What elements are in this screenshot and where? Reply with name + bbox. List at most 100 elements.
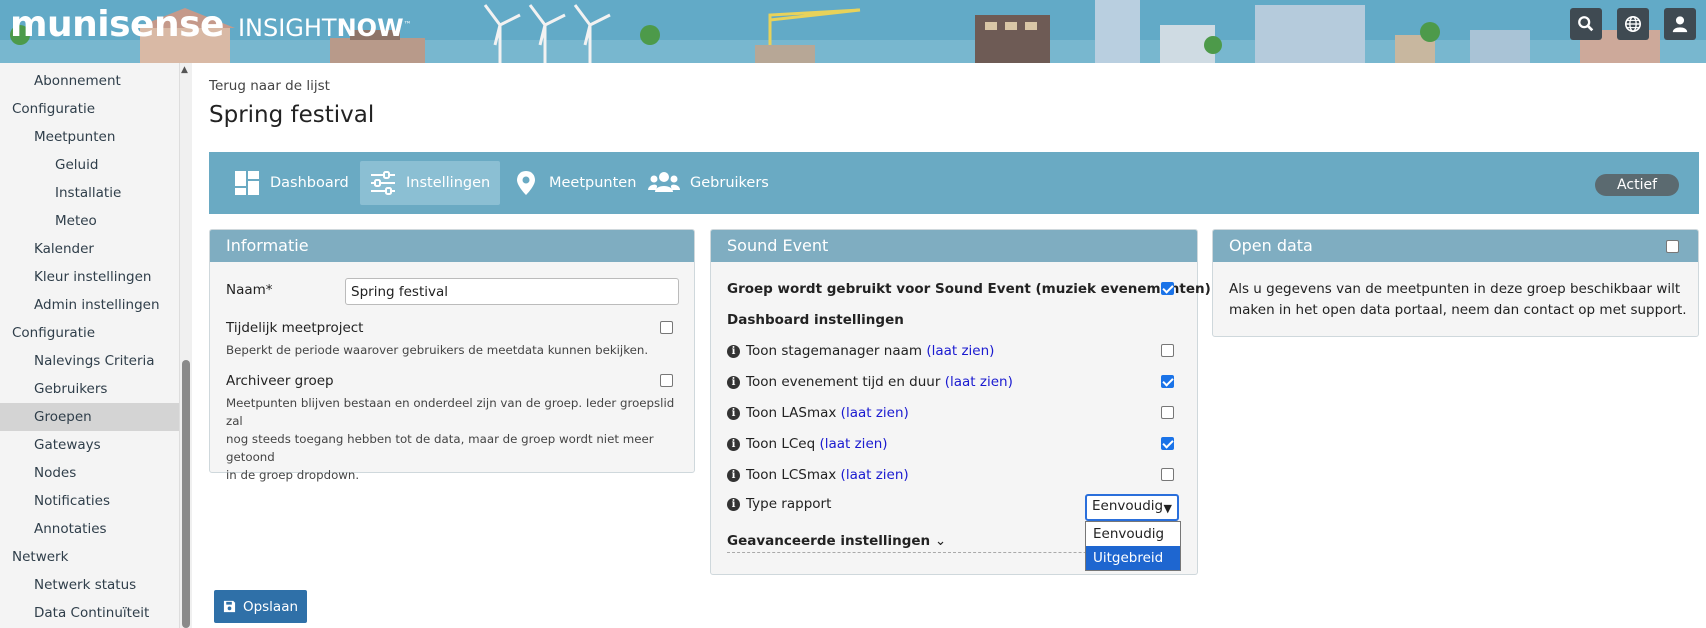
report-option-uitgebreid[interactable]: Uitgebreid [1086, 546, 1180, 570]
archive-description: Meetpunten blijven bestaan en onderdeel … [226, 394, 694, 484]
info-icon: i [727, 469, 740, 482]
chevron-down-icon: ▼ [1163, 502, 1172, 515]
sidebar-item-kleur-instellingen[interactable]: Kleur instellingen [0, 263, 179, 291]
show-preview-link[interactable]: (laat zien) [926, 343, 994, 359]
archive-description-line: nog steeds toegang hebben tot de data, m… [226, 432, 654, 464]
open-data-checkbox[interactable] [1666, 240, 1679, 253]
dashboard-option-label: Toon evenement tijd en duur (laat zien) [746, 374, 1013, 390]
language-button[interactable] [1617, 8, 1649, 40]
sidebar-item-installatie[interactable]: Installatie [0, 179, 179, 207]
back-to-list-link[interactable]: Terug naar de lijst [209, 78, 330, 94]
dashboard-option-text: Toon LCSmax [746, 467, 837, 483]
dashboard-option-checkbox[interactable] [1161, 375, 1174, 388]
sidebar: Abonnement Configuratie Meetpunten Geluid In… [0, 63, 180, 628]
show-preview-link[interactable]: (laat zien) [841, 467, 909, 483]
tab-dashboard[interactable]: Dashboard [224, 161, 359, 205]
dashboard-option-text: Toon evenement tijd en duur [746, 374, 941, 390]
show-preview-link[interactable]: (laat zien) [945, 374, 1013, 390]
users-icon [648, 172, 680, 192]
open-data-text: Als u gegevens van de meetpunten in deze… [1229, 279, 1687, 321]
group-tabbar: Dashboard Instellingen Meetpunten Gebrui… [209, 152, 1699, 214]
dashboard-option-label: Toon LASmax (laat zien) [746, 405, 909, 421]
sound-event-used-checkbox[interactable] [1161, 282, 1174, 295]
dashboard-option-checkbox[interactable] [1161, 406, 1174, 419]
tab-meetpunten[interactable]: Meetpunten [503, 161, 646, 205]
user-menu-button[interactable] [1664, 8, 1696, 40]
sidebar-item-netwerk[interactable]: Netwerk [0, 543, 179, 571]
sidebar-item-gebruikers[interactable]: Gebruikers [0, 375, 179, 403]
dashboard-option-checkbox[interactable] [1161, 437, 1174, 450]
brand-logo[interactable]: munisense INSIGHTNOW™ [10, 4, 412, 45]
app-header: munisense INSIGHTNOW™ [0, 0, 1706, 63]
map-pin-icon [517, 171, 535, 195]
scroll-up-icon[interactable]: ▲ [181, 65, 188, 75]
brand-product: INSIGHTNOW™ [238, 14, 412, 42]
info-icon: i [727, 407, 740, 420]
report-option-eenvoudig[interactable]: Eenvoudig [1086, 522, 1180, 546]
dashboard-option-text: Toon stagemanager naam [746, 343, 923, 359]
dashboard-option-label: Toon LCSmax (laat zien) [746, 467, 909, 483]
sidebar-item-abonnement[interactable]: Abonnement [0, 67, 179, 95]
name-field[interactable] [345, 278, 679, 305]
sidebar-item-nodes[interactable]: Nodes [0, 459, 179, 487]
open-data-text-line: maken in het open data portaal, neem dan… [1229, 302, 1687, 318]
report-type-dropdown: Eenvoudig Uitgebreid [1085, 521, 1181, 571]
sidebar-scroll-thumb[interactable] [182, 360, 190, 628]
sidebar-item-gateways[interactable]: Gateways [0, 431, 179, 459]
archive-label: Archiveer groep [226, 373, 334, 389]
sidebar-item-annotaties[interactable]: Annotaties [0, 515, 179, 543]
save-button[interactable]: Opslaan [214, 590, 307, 623]
tab-gebruikers-label: Gebruikers [690, 175, 769, 191]
temp-project-description: Beperkt de periode waarover gebruikers d… [226, 343, 649, 357]
sidebar-item-admin-instellingen[interactable]: Admin instellingen [0, 291, 179, 319]
archive-checkbox[interactable] [660, 374, 673, 387]
info-icon: i [727, 376, 740, 389]
sidebar-item-notificaties[interactable]: Notificaties [0, 487, 179, 515]
dashboard-settings-heading: Dashboard instellingen [727, 312, 904, 328]
report-type-select[interactable]: Eenvoudig ▼ [1085, 494, 1179, 521]
brand-product-bold: NOW [336, 14, 404, 42]
sidebar-item-configuratie[interactable]: Configuratie [0, 319, 179, 347]
show-preview-link[interactable]: (laat zien) [841, 405, 909, 421]
sliders-icon [371, 171, 395, 195]
status-badge[interactable]: Actief [1595, 174, 1679, 196]
chevron-down-icon: ⌄ [934, 533, 947, 549]
dashboard-option-checkbox[interactable] [1161, 344, 1174, 357]
sidebar-item-groepen[interactable]: Groepen [0, 403, 179, 431]
page-title: Spring festival [209, 102, 375, 128]
advanced-settings-toggle[interactable]: Geavanceerde instellingen ⌄ [727, 533, 946, 549]
open-data-text-line: Als u gegevens van de meetpunten in deze… [1229, 281, 1681, 297]
tab-instellingen-label: Instellingen [406, 175, 491, 191]
tab-dashboard-label: Dashboard [270, 175, 349, 191]
sidebar-item-data-continu-teit[interactable]: Data Continuïteit [0, 599, 179, 627]
save-icon [223, 600, 236, 613]
tab-gebruikers[interactable]: Gebruikers [638, 161, 779, 205]
sidebar-item-configuratie[interactable]: Configuratie [0, 95, 179, 123]
user-icon [1672, 16, 1688, 33]
brand-tm: ™ [403, 20, 412, 29]
temp-project-label: Tijdelijk meetproject [226, 320, 364, 336]
dashboard-option-checkbox[interactable] [1161, 468, 1174, 481]
show-preview-link[interactable]: (laat zien) [819, 436, 887, 452]
search-button[interactable] [1570, 8, 1602, 40]
sidebar-item-kalender[interactable]: Kalender [0, 235, 179, 263]
report-type-value: Eenvoudig [1092, 498, 1164, 514]
sidebar-item-meetpunten[interactable]: Meetpunten [0, 123, 179, 151]
panel-sound-event-title: Sound Event [711, 230, 1197, 262]
globe-icon [1624, 15, 1642, 33]
sidebar-item-meteo[interactable]: Meteo [0, 207, 179, 235]
brand-product-light: INSIGHT [237, 14, 337, 42]
panel-open-data: Open data Als u gegevens van de meetpunt… [1212, 229, 1699, 337]
report-type-label: Type rapport [746, 496, 832, 512]
sidebar-item-netwerk-status[interactable]: Netwerk status [0, 571, 179, 599]
dashboard-option-label: Toon LCeq (laat zien) [746, 436, 888, 452]
temp-project-checkbox[interactable] [660, 321, 673, 334]
sidebar-item-nalevings-criteria[interactable]: Nalevings Criteria [0, 347, 179, 375]
tab-meetpunten-label: Meetpunten [549, 175, 637, 191]
info-icon: i [727, 498, 740, 511]
dashboard-icon [235, 171, 259, 195]
panel-informatie-title: Informatie [210, 230, 694, 262]
sidebar-item-geluid[interactable]: Geluid [0, 151, 179, 179]
archive-description-line: in de groep dropdown. [226, 468, 360, 482]
tab-instellingen[interactable]: Instellingen [360, 161, 501, 205]
